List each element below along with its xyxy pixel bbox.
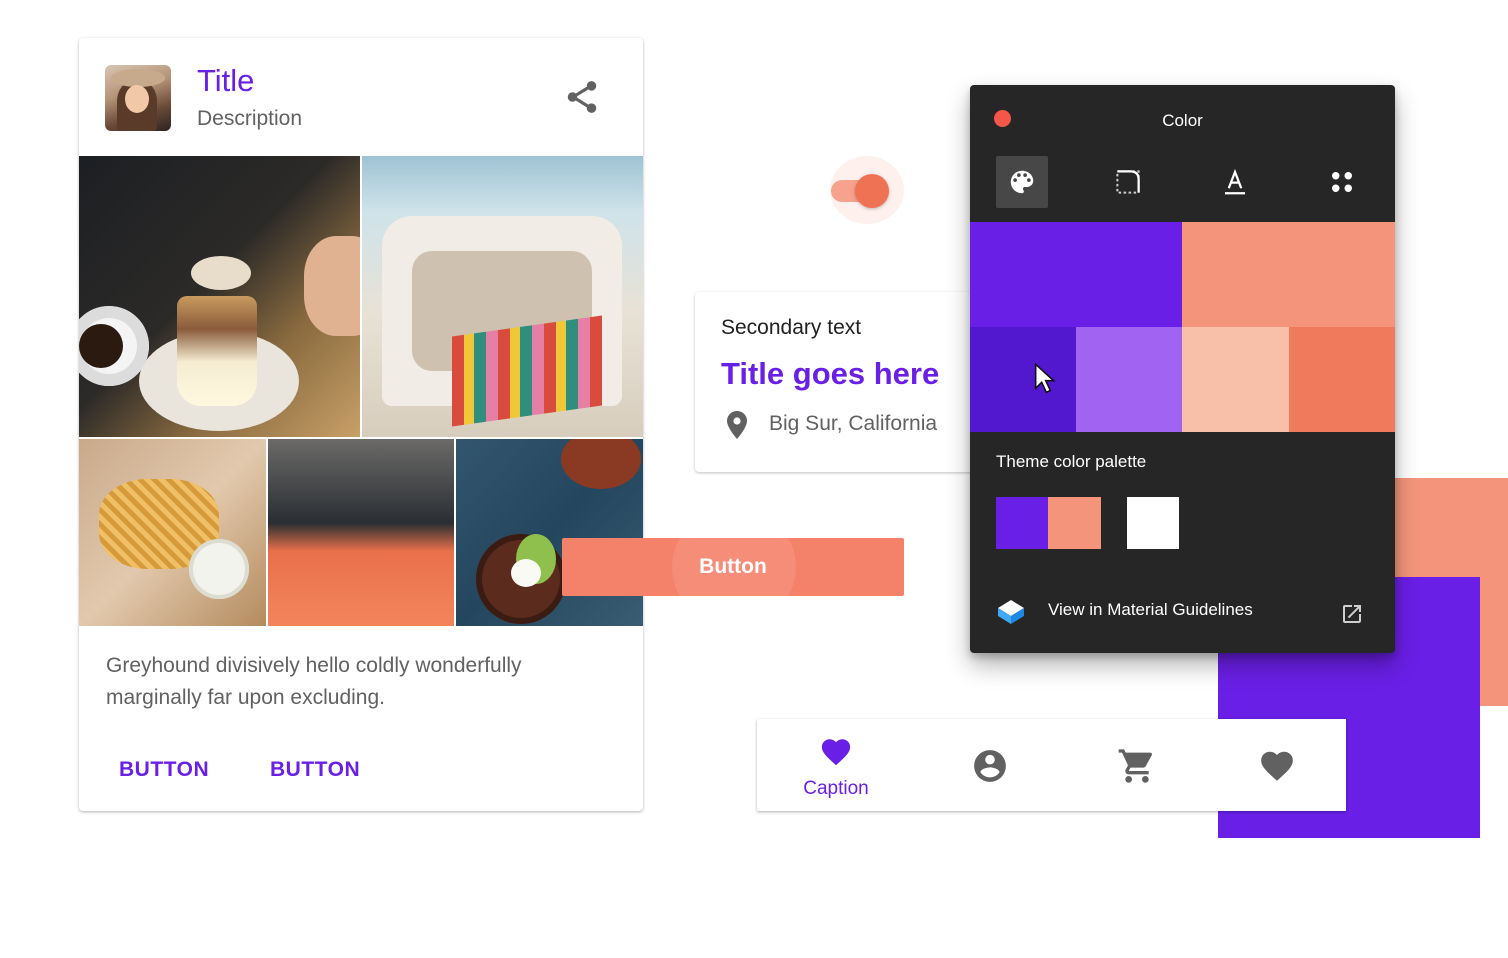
primary-light-swatch[interactable] bbox=[1076, 327, 1182, 432]
photo-surfboard bbox=[268, 439, 454, 626]
primary-button[interactable]: Button bbox=[562, 538, 904, 596]
heart-icon bbox=[1261, 751, 1293, 781]
heart-icon bbox=[821, 739, 851, 766]
photo-beach-car bbox=[362, 156, 643, 437]
primary-color-swatch[interactable] bbox=[970, 222, 1182, 327]
guidelines-link-text: View in Material Guidelines bbox=[1048, 600, 1253, 619]
location-pin-icon bbox=[727, 411, 747, 439]
tab-color[interactable] bbox=[996, 156, 1048, 208]
secondary-dark-swatch[interactable] bbox=[1289, 327, 1395, 432]
tab-components[interactable] bbox=[1316, 156, 1368, 208]
shopping-cart-icon bbox=[1118, 749, 1153, 783]
card-action-button-2[interactable]: BUTTON bbox=[270, 758, 360, 782]
photo-fries bbox=[79, 439, 266, 626]
theme-primary-swatch[interactable] bbox=[996, 497, 1048, 549]
palette-icon bbox=[1010, 170, 1034, 194]
bottom-nav-item-likes[interactable] bbox=[1205, 719, 1346, 811]
location-text: Big Sur, California bbox=[769, 412, 938, 435]
panel-title: Color bbox=[1162, 111, 1203, 130]
color-panel: Color Theme color palette View in Materi… bbox=[970, 85, 1395, 653]
bottom-nav-item-cart[interactable] bbox=[1065, 719, 1205, 811]
theme-secondary-swatch[interactable] bbox=[1048, 497, 1101, 549]
bottom-nav-item-account[interactable] bbox=[915, 719, 1065, 811]
components-icon bbox=[1332, 172, 1352, 192]
card-action-button-1[interactable]: BUTTON bbox=[119, 758, 209, 782]
list-card-title: Title goes here bbox=[721, 356, 940, 391]
open-external-icon bbox=[1343, 605, 1361, 623]
list-card: Secondary text Title goes here Big Sur, … bbox=[695, 292, 985, 472]
tab-shape[interactable] bbox=[1102, 156, 1154, 208]
account-circle-icon bbox=[974, 750, 1006, 782]
material-logo-icon bbox=[998, 600, 1024, 624]
secondary-text: Secondary text bbox=[721, 316, 862, 339]
theme-palette-label: Theme color palette bbox=[996, 452, 1147, 471]
shape-icon bbox=[1116, 170, 1140, 194]
switch-thumb[interactable] bbox=[855, 174, 889, 208]
bottom-nav-caption: Caption bbox=[803, 778, 869, 799]
avatar bbox=[105, 65, 171, 131]
material-guidelines-link[interactable]: View in Material Guidelines bbox=[996, 594, 1366, 630]
share-icon[interactable] bbox=[563, 78, 601, 116]
photo-parfait bbox=[79, 156, 360, 437]
typography-icon bbox=[1225, 168, 1245, 195]
primary-dark-swatch[interactable] bbox=[970, 327, 1076, 432]
card-body-text: Greyhound divisively hello coldly wonder… bbox=[106, 654, 522, 709]
primary-button-label: Button bbox=[699, 555, 767, 578]
mouse-cursor-icon bbox=[1034, 363, 1056, 394]
photo-chili-bowls bbox=[456, 439, 643, 626]
secondary-light-swatch[interactable] bbox=[1182, 327, 1289, 432]
theme-surface-swatch[interactable] bbox=[1127, 497, 1179, 549]
tab-typography[interactable] bbox=[1209, 156, 1261, 208]
card-description: Description bbox=[197, 107, 303, 130]
bottom-nav-item-favorites[interactable]: Caption bbox=[757, 719, 915, 811]
media-card: Title Description Greyhound divisively h… bbox=[79, 38, 643, 811]
card-title: Title bbox=[197, 63, 255, 98]
bottom-navigation: Caption bbox=[757, 719, 1346, 811]
secondary-color-swatch[interactable] bbox=[1182, 222, 1395, 327]
